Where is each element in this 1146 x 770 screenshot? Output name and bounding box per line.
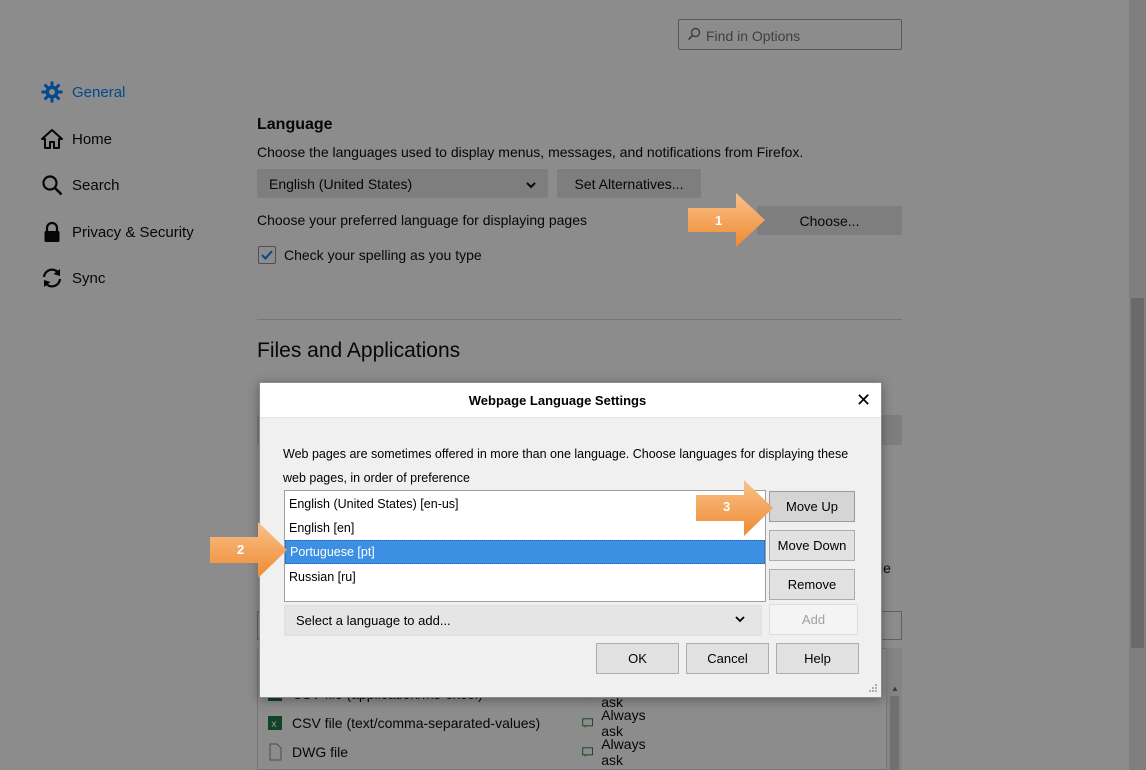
move-down-button[interactable]: Move Down: [769, 530, 855, 561]
close-icon[interactable]: ✕: [856, 390, 871, 410]
resize-grip-icon[interactable]: [868, 683, 878, 693]
webpage-language-dialog: Webpage Language Settings ✕ Web pages ar…: [259, 382, 882, 698]
dialog-titlebar: Webpage Language Settings ✕: [260, 383, 881, 418]
add-language-button[interactable]: Add: [769, 604, 858, 635]
language-list-item-selected[interactable]: Portuguese [pt]: [285, 540, 765, 564]
callout-number: 3: [723, 499, 731, 514]
language-list-item[interactable]: English (United States) [en-us]: [285, 492, 765, 516]
language-list[interactable]: English (United States) [en-us] English …: [284, 490, 766, 602]
callout-number: 1: [715, 213, 723, 228]
help-button[interactable]: Help: [776, 643, 859, 674]
language-list-item[interactable]: English [en]: [285, 516, 765, 540]
add-language-select[interactable]: Select a language to add...: [284, 605, 762, 636]
arrow-icon: [696, 480, 773, 536]
chevron-down-icon: [735, 612, 745, 626]
callout-arrow-1: 1: [688, 193, 766, 252]
callout-number: 2: [237, 542, 245, 557]
ok-button[interactable]: OK: [596, 643, 679, 674]
language-list-item[interactable]: Russian [ru]: [285, 565, 765, 589]
move-up-button[interactable]: Move Up: [769, 491, 855, 522]
cancel-button[interactable]: Cancel: [686, 643, 769, 674]
remove-button[interactable]: Remove: [769, 569, 855, 600]
dialog-title: Webpage Language Settings: [468, 393, 647, 408]
callout-arrow-3: 3: [696, 480, 774, 541]
add-language-placeholder: Select a language to add...: [296, 613, 451, 628]
arrow-icon: [688, 193, 765, 247]
callout-arrow-2: 2: [210, 522, 288, 583]
arrow-icon: [210, 522, 287, 578]
